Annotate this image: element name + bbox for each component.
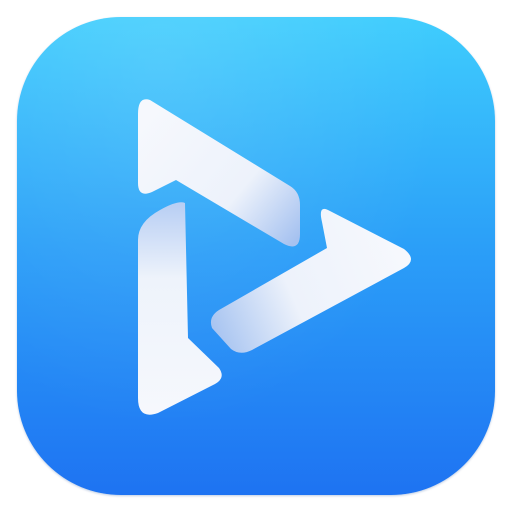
play-icon bbox=[138, 99, 411, 415]
play-icon-left-stroke bbox=[138, 202, 222, 415]
play-icon-right-stroke bbox=[210, 208, 411, 353]
